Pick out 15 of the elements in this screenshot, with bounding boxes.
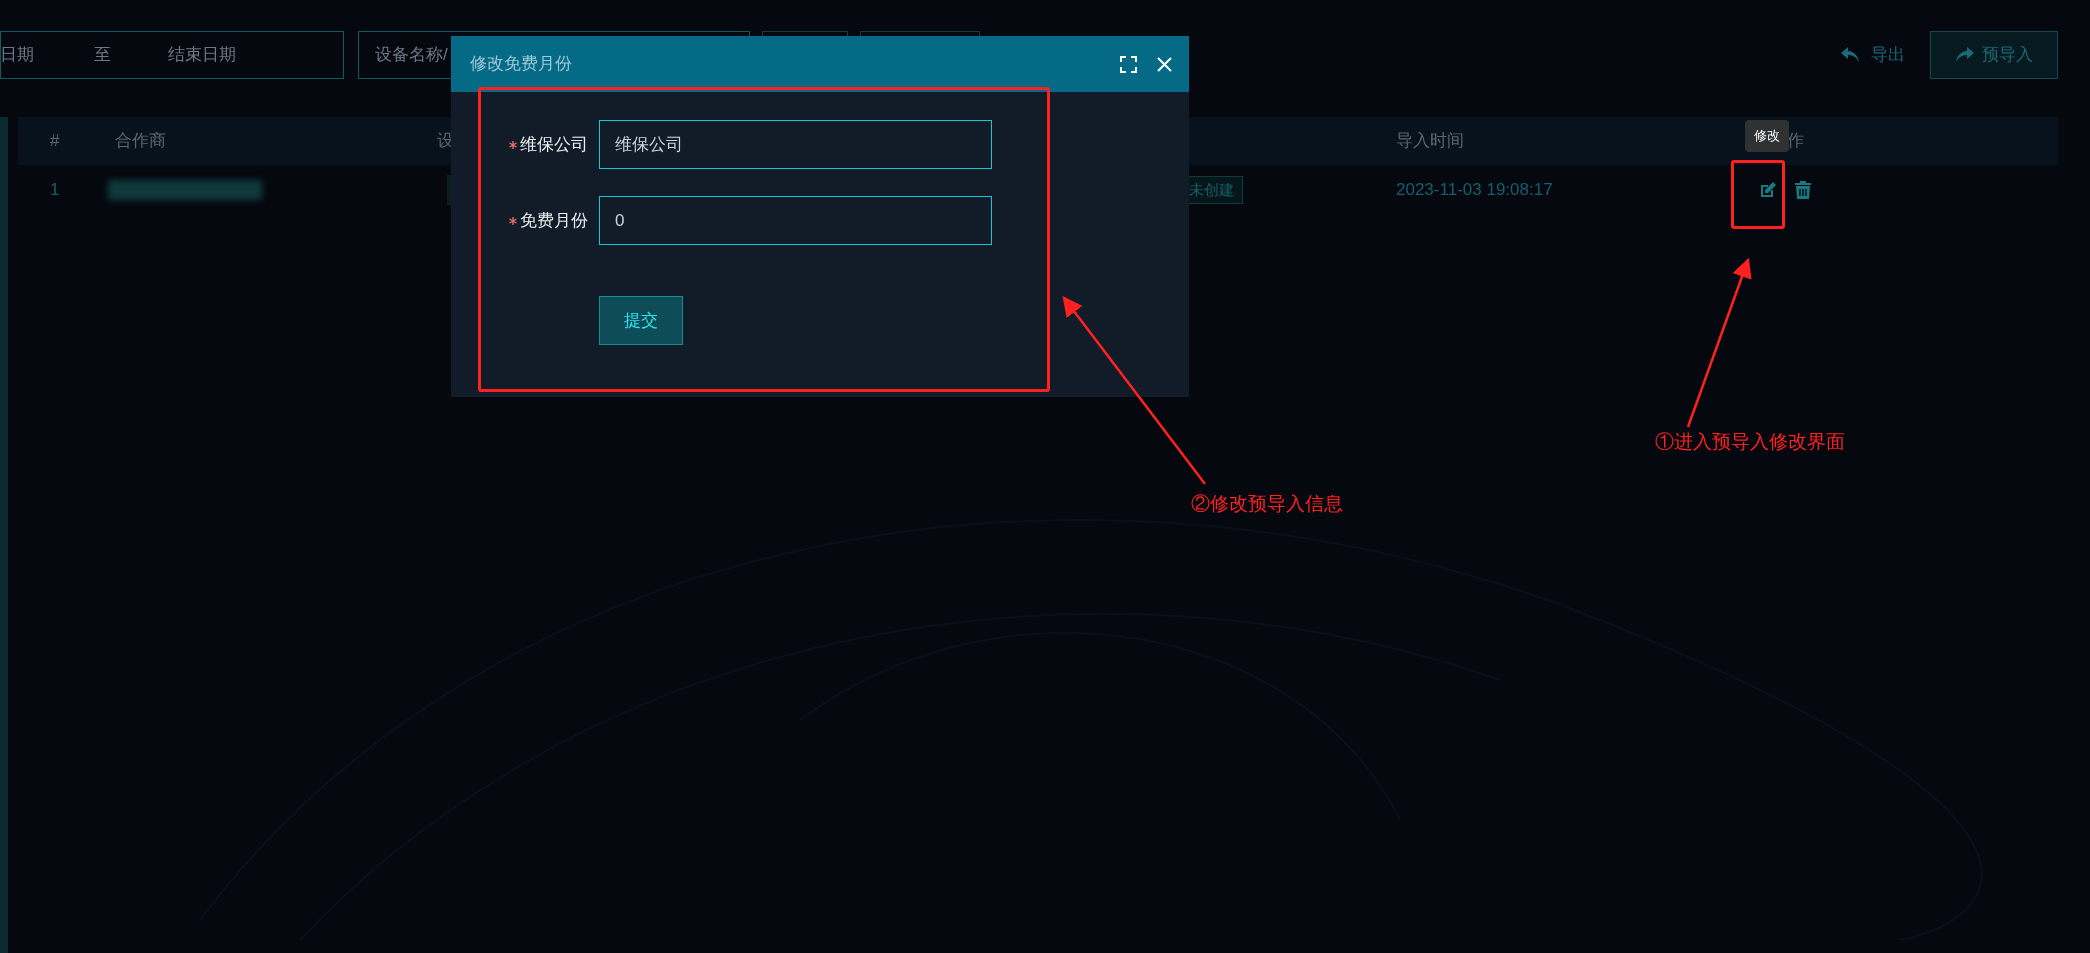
table-cell-text: 2023-11-03 19:08:17 — [1395, 179, 1554, 202]
start-date-placeholder: 日期 — [0, 44, 34, 67]
field-label: 免费月份 — [520, 209, 588, 232]
column-header: 合作商 — [115, 131, 166, 151]
range-separator: 至 — [94, 44, 111, 67]
field-label: 维保公司 — [520, 133, 588, 156]
tooltip: 修改 — [1745, 120, 1789, 152]
column-header: 导入时间 — [1396, 131, 1464, 151]
column-header: 作 — [1787, 131, 1804, 151]
annotation-text: ①进入预导入修改界面 — [1655, 430, 1845, 454]
column-header: # — [50, 131, 60, 151]
dialog-title: 修改免费月份 — [470, 53, 572, 76]
annotation-text: ②修改预导入信息 — [1191, 492, 1343, 516]
end-date-placeholder: 结束日期 — [168, 44, 236, 67]
table-cell-text: 1 — [49, 179, 61, 202]
